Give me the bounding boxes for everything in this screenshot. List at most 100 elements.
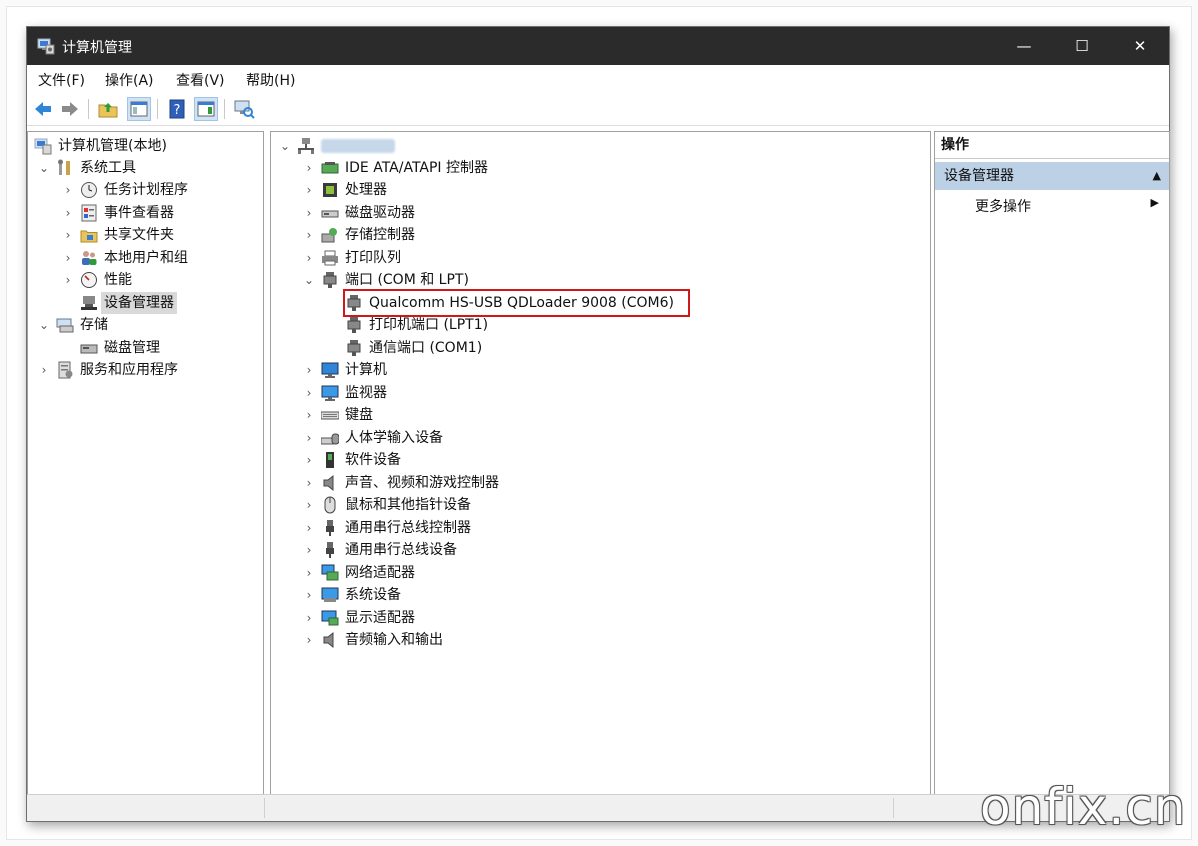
system-device-icon [321, 587, 339, 602]
forward-arrow-icon[interactable] [59, 98, 81, 120]
chevron-down-icon[interactable]: ⌄ [303, 269, 315, 291]
computer-management-window: 计算机管理 — ☐ ✕ 文件(F) 操作(A) 查看(V) 帮助(H) ? 计算… [26, 26, 1170, 822]
collapse-up-icon[interactable]: ▲ [1153, 162, 1161, 190]
tree-item-label: 共享文件夹 [104, 227, 174, 243]
chevron-down-icon[interactable]: ⌄ [38, 314, 50, 336]
menu-file[interactable]: 文件(F) [38, 70, 85, 90]
chevron-right-icon[interactable]: › [303, 157, 315, 179]
device-category-label: 通用串行总线设备 [345, 542, 457, 558]
tree-item-label: 磁盘管理 [104, 340, 160, 356]
device-category-label: 声音、视频和游戏控制器 [345, 475, 499, 491]
device-category-label: 鼠标和其他指针设备 [345, 497, 471, 513]
chevron-right-icon[interactable]: › [303, 539, 315, 561]
port-icon [323, 272, 337, 288]
clock-icon [81, 182, 97, 198]
tree-item-label: 任务计划程序 [104, 182, 188, 198]
monitor-icon [321, 385, 339, 401]
more-actions-item[interactable]: 更多操作 [975, 196, 1031, 216]
chevron-right-icon[interactable]: › [62, 179, 74, 201]
back-arrow-icon[interactable] [32, 98, 54, 120]
menu-bar: 文件(F) 操作(A) 查看(V) 帮助(H) [27, 65, 1169, 93]
chevron-right-icon[interactable]: › [303, 247, 315, 269]
chevron-right-icon[interactable]: › [303, 202, 315, 224]
device-item-label: 通信端口 (COM1) [369, 340, 483, 356]
mouse-icon [324, 496, 336, 514]
svg-text:?: ? [174, 103, 181, 118]
menu-help[interactable]: 帮助(H) [246, 70, 295, 90]
device-category-label: 键盘 [345, 407, 373, 423]
chevron-right-icon[interactable]: › [303, 562, 315, 584]
title-bar[interactable]: 计算机管理 — ☐ ✕ [27, 27, 1169, 65]
device-category-label: 音频输入和输出 [345, 632, 443, 648]
chevron-right-icon[interactable]: › [303, 472, 315, 494]
hid-icon [321, 433, 339, 445]
window-title: 计算机管理 [62, 40, 132, 56]
chevron-right-icon[interactable]: › [303, 494, 315, 516]
device-category-label: 处理器 [345, 182, 387, 198]
tree-item-label: 性能 [104, 272, 132, 288]
device-tree-pane: ⌄ › IDE ATA/ATAPI 控制器 › 处理器 › 磁盘驱动器 › 存储… [270, 131, 931, 796]
chevron-right-icon[interactable]: › [303, 179, 315, 201]
chevron-right-icon[interactable]: › [303, 629, 315, 651]
port-icon [347, 340, 361, 356]
performance-icon [81, 272, 97, 288]
chevron-right-icon[interactable]: › [303, 584, 315, 606]
chevron-down-icon[interactable]: ⌄ [279, 135, 291, 157]
close-button[interactable]: ✕ [1111, 27, 1169, 65]
actions-section-device-manager[interactable]: 设备管理器 ▲ [935, 162, 1169, 190]
device-root-label [321, 139, 395, 153]
toolbar: ? [27, 93, 1169, 126]
usb-icon [326, 542, 334, 558]
show-hide-tree-icon[interactable] [127, 97, 151, 121]
chevron-down-icon[interactable]: ⌄ [38, 157, 50, 179]
toolbar-separator [157, 99, 158, 119]
chevron-right-icon[interactable]: › [62, 269, 74, 291]
device-category-label: IDE ATA/ATAPI 控制器 [345, 160, 489, 176]
port-icon [347, 317, 361, 333]
chevron-right-icon[interactable]: › [303, 607, 315, 629]
show-hide-action-pane-icon[interactable] [194, 97, 218, 121]
device-category-label: 软件设备 [345, 452, 401, 468]
chevron-right-icon[interactable]: › [303, 359, 315, 381]
chevron-right-icon[interactable]: › [62, 224, 74, 246]
chevron-right-icon[interactable]: › [62, 247, 74, 269]
tree-item-label: 服务和应用程序 [80, 362, 178, 378]
menu-view[interactable]: 查看(V) [176, 70, 225, 90]
tree-item-label: 本地用户和组 [104, 250, 188, 266]
minimize-button[interactable]: — [995, 27, 1053, 65]
actions-header: 操作 [935, 132, 1169, 159]
chevron-right-icon[interactable]: › [303, 224, 315, 246]
services-icon [58, 361, 73, 379]
actions-section-label: 设备管理器 [944, 168, 1014, 184]
chevron-right-icon[interactable]: › [303, 404, 315, 426]
device-item-label: 打印机端口 (LPT1) [369, 317, 489, 333]
tree-item-label: 系统工具 [80, 160, 136, 176]
up-folder-icon[interactable] [97, 98, 119, 120]
scan-hardware-icon[interactable] [233, 98, 255, 120]
tree-item-label: 计算机管理(本地) [58, 138, 167, 154]
computer-network-icon [298, 138, 314, 154]
printer-icon [322, 250, 338, 266]
chevron-right-icon[interactable]: › [303, 427, 315, 449]
highlight-box [343, 289, 690, 317]
shared-folder-icon [80, 230, 98, 243]
chevron-right-icon[interactable]: › [303, 382, 315, 404]
chevron-right-icon[interactable]: › [303, 517, 315, 539]
maximize-button[interactable]: ☐ [1053, 27, 1111, 65]
menu-action[interactable]: 操作(A) [105, 70, 154, 90]
actions-pane: 操作 设备管理器 ▲ 更多操作 ▶ [934, 131, 1170, 796]
submenu-arrow-icon[interactable]: ▶ [1151, 196, 1159, 209]
chevron-right-icon[interactable]: › [38, 359, 50, 381]
network-adapter-icon [321, 564, 339, 581]
device-category-label: 端口 (COM 和 LPT) [345, 272, 469, 288]
display-adapter-icon [321, 610, 339, 626]
help-icon[interactable]: ? [166, 98, 188, 120]
chevron-right-icon[interactable]: › [303, 449, 315, 471]
software-device-icon [326, 452, 334, 468]
chevron-right-icon[interactable]: › [62, 202, 74, 224]
watermark: onfix.cn [980, 778, 1187, 836]
speaker-icon [323, 631, 334, 649]
tree-item-label: 事件查看器 [104, 205, 174, 221]
tree-item-label: 设备管理器 [101, 292, 177, 314]
device-category-label: 磁盘驱动器 [345, 205, 415, 221]
